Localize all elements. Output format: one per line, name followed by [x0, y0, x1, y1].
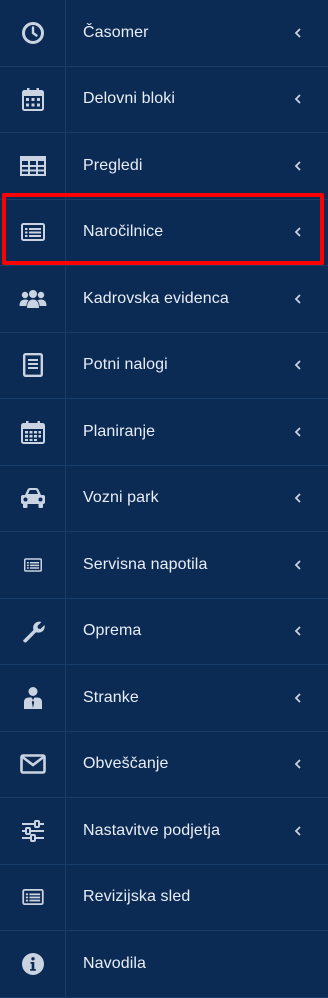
- sidebar-item-label: Navodila: [83, 954, 147, 972]
- chevron-left-icon: [294, 693, 328, 703]
- sidebar-item-delovni-bloki[interactable]: Delovni bloki: [0, 66, 328, 133]
- sidebar-item-label: Stranke: [83, 688, 139, 706]
- calendar-grid-icon: [20, 420, 45, 444]
- sidebar-item-label: Naročilnice: [83, 223, 164, 241]
- chevron-left-icon: [294, 28, 328, 38]
- sidebar-item-label: Vozni park: [83, 489, 159, 507]
- sidebar-item-pregledi[interactable]: Pregledi: [0, 133, 328, 200]
- document-icon: [22, 353, 43, 378]
- sidebar-item-label: Nastavitve podjetja: [83, 821, 221, 839]
- sidebar-item-label: Delovni bloki: [83, 90, 176, 108]
- envelope-icon: [19, 754, 46, 775]
- sidebar-item-navodila[interactable]: Navodila: [0, 931, 328, 998]
- list-card-icon: [20, 223, 45, 242]
- sidebar-item-potni-nalogi[interactable]: Potni nalogi: [0, 332, 328, 399]
- chevron-left-icon: [294, 759, 328, 769]
- sidebar-item-nastavitve-podjetja[interactable]: Nastavitve podjetja: [0, 798, 328, 865]
- sidebar-item-label: Oprema: [83, 622, 142, 640]
- chevron-left-icon: [294, 560, 328, 570]
- sidebar-item-obvescanje[interactable]: Obveščanje: [0, 731, 328, 798]
- sidebar-item-planiranje[interactable]: Planiranje: [0, 399, 328, 466]
- car-icon: [20, 487, 46, 509]
- person-tie-icon: [23, 686, 43, 710]
- chevron-left-icon: [294, 360, 328, 370]
- info-icon: [21, 952, 45, 976]
- sidebar-item-label: Revizijska sled: [83, 888, 191, 906]
- chevron-left-icon: [294, 826, 328, 836]
- sidebar-item-casomer[interactable]: Časomer: [0, 0, 328, 67]
- chevron-left-icon: [294, 161, 328, 171]
- sidebar-item-label: Potni nalogi: [83, 356, 168, 374]
- sidebar-item-label: Časomer: [83, 23, 149, 41]
- chevron-left-icon: [294, 94, 328, 104]
- sidebar-item-label: Planiranje: [83, 422, 156, 440]
- wrench-icon: [21, 619, 45, 643]
- sidebar-item-label: Servisna napotila: [83, 555, 208, 573]
- sidebar-item-servisna-napotila[interactable]: Servisna napotila: [0, 532, 328, 599]
- sidebar-item-label: Kadrovska evidenca: [83, 289, 229, 307]
- sidebar-item-kadrovska-evidenca[interactable]: Kadrovska evidenca: [0, 266, 328, 333]
- sidebar-item-revizijska-sled[interactable]: Revizijska sled: [0, 864, 328, 931]
- sidebar-menu: Časomer Delovni bloki Pregledi Naročilni…: [0, 0, 328, 998]
- sliders-icon: [21, 819, 45, 842]
- sidebar-item-stranke[interactable]: Stranke: [0, 665, 328, 732]
- sidebar-item-oprema[interactable]: Oprema: [0, 598, 328, 665]
- clock-icon: [21, 21, 45, 45]
- table-icon: [19, 155, 46, 176]
- calendar-icon: [21, 87, 44, 112]
- sidebar-item-narocilnice[interactable]: Naročilnice: [0, 199, 328, 266]
- chevron-left-icon: [294, 294, 328, 304]
- users-icon: [19, 289, 47, 309]
- chevron-left-icon: [294, 427, 328, 437]
- sidebar-item-vozni-park[interactable]: Vozni park: [0, 465, 328, 532]
- chevron-left-icon: [294, 493, 328, 503]
- list-card-icon: [21, 889, 44, 906]
- chevron-left-icon: [294, 227, 328, 237]
- sidebar-item-label: Obveščanje: [83, 755, 169, 773]
- list-card-icon: [23, 558, 42, 572]
- chevron-left-icon: [294, 626, 328, 636]
- sidebar-item-label: Pregledi: [83, 156, 143, 174]
